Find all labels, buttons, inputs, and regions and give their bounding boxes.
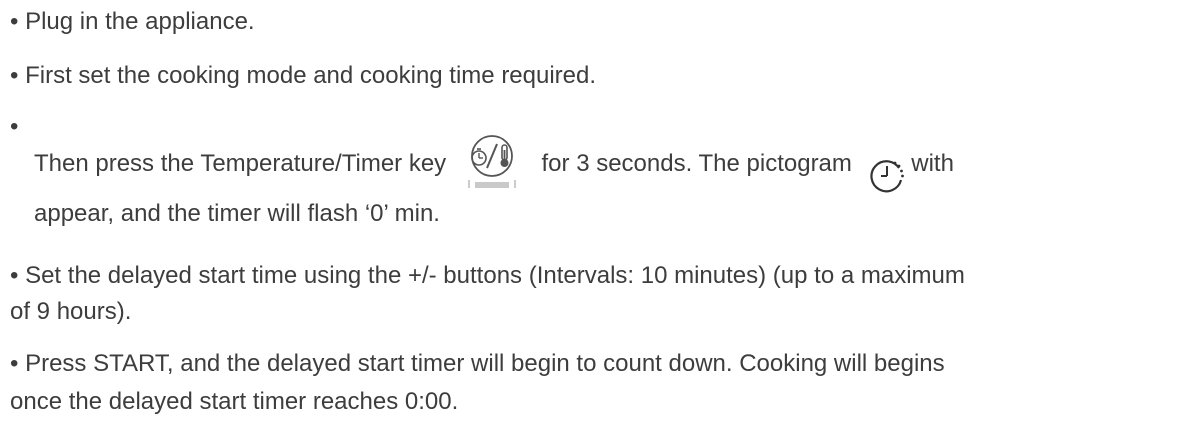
list-item-continuation: appear, and the timer will flash ‘0’ min… (34, 196, 440, 232)
instruction-text: Set the delayed start time using the +/-… (25, 262, 965, 289)
instruction-text: of 9 hours). (10, 298, 132, 325)
instruction-text: with (911, 150, 954, 177)
timer-temperature-key-icon (457, 134, 527, 194)
instruction-list: • Plug in the appliance. • First set the… (0, 0, 1179, 434)
clock-icon (869, 158, 905, 194)
list-item-continuation: of 9 hours). (10, 294, 131, 330)
instruction-text: First set the cooking mode and cooking t… (25, 62, 597, 89)
instruction-text: appear, and the timer will flash ‘0’ min… (34, 200, 440, 227)
list-item: • Press START, and the delayed start tim… (10, 346, 945, 382)
list-item-bullet-only: • (10, 112, 18, 142)
bullet: • (10, 350, 19, 377)
instruction-text: Press START, and the delayed start timer… (25, 350, 945, 377)
instruction-text: once the delayed start timer reaches 0:0… (10, 388, 459, 415)
bullet: • (10, 62, 19, 89)
instruction-text: for 3 seconds. The pictogram (541, 150, 852, 177)
bullet: • (10, 113, 19, 140)
list-item: Then press the Temperature/Timer key for… (34, 134, 954, 194)
list-item: • Plug in the appliance. (10, 4, 255, 40)
list-item: • First set the cooking mode and cooking… (10, 58, 596, 94)
instruction-text: Then press the Temperature/Timer key (34, 150, 447, 177)
bullet: • (10, 8, 19, 35)
list-item-continuation: once the delayed start timer reaches 0:0… (10, 384, 458, 420)
list-item: • Set the delayed start time using the +… (10, 258, 965, 294)
bullet: • (10, 262, 19, 289)
instruction-text: Plug in the appliance. (25, 8, 255, 35)
